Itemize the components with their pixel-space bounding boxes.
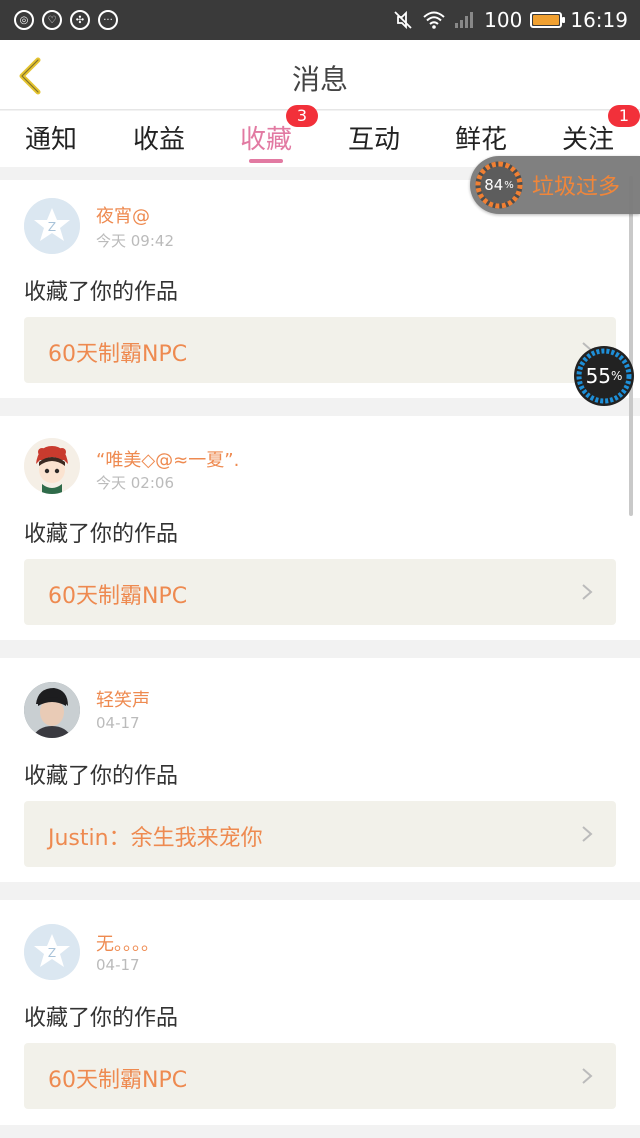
- page-title: 消息: [291, 63, 348, 96]
- message-action: 收藏了你的作品: [24, 1006, 179, 1031]
- work-link[interactable]: 60天制霸NPC: [24, 1043, 616, 1109]
- active-tab-indicator: [249, 159, 283, 163]
- svg-text:Z: Z: [48, 220, 56, 234]
- chevron-right-icon: [582, 584, 593, 600]
- tab-notifications[interactable]: 通知: [6, 119, 96, 156]
- battery-icon: [530, 12, 566, 28]
- photo-avatar-icon: [24, 682, 80, 738]
- message-card: “唯美◇@≈一夏”. 今天 02:06 收藏了你的作品 60天制霸NPC: [0, 416, 640, 640]
- work-link[interactable]: Justin：余生我来宠你: [24, 801, 616, 867]
- app-header: 消息: [0, 40, 640, 110]
- user-name[interactable]: 无。。。。: [96, 930, 159, 956]
- anime-girl-avatar-icon: [24, 438, 80, 494]
- work-title: Justin：余生我来宠你: [48, 826, 263, 851]
- message-time: 今天 02:06: [96, 474, 174, 492]
- battery-percent: 100: [484, 8, 523, 32]
- system-indicators: 100 16:19: [392, 8, 640, 32]
- memory-percent: 55%: [585, 364, 623, 388]
- chevron-right-icon: [582, 1068, 593, 1084]
- message-card: 轻笑声 04-17 收藏了你的作品 Justin：余生我来宠你: [0, 658, 640, 882]
- svg-text:Z: Z: [48, 946, 56, 960]
- tab-flowers[interactable]: 鲜花: [436, 119, 526, 156]
- work-link[interactable]: 60天制霸NPC: [24, 317, 616, 383]
- follows-badge: 1: [608, 105, 640, 127]
- message-time: 04-17: [96, 956, 140, 974]
- message-time: 今天 09:42: [96, 232, 174, 250]
- signal-icon: [455, 12, 474, 28]
- message-time: 04-17: [96, 714, 140, 732]
- default-avatar-icon: Z: [24, 924, 80, 980]
- user-name[interactable]: 轻笑声: [96, 686, 150, 712]
- message-card: Z 无。。。。 04-17 收藏了你的作品 60天制霸NPC: [0, 900, 640, 1125]
- message-action: 收藏了你的作品: [24, 522, 179, 547]
- weibo-icon: ◎: [14, 10, 34, 30]
- message-action: 收藏了你的作品: [24, 764, 179, 789]
- work-title: 60天制霸NPC: [48, 1068, 188, 1093]
- junk-label: 垃圾过多: [532, 175, 621, 200]
- shield-icon: ♡: [42, 10, 62, 30]
- memory-booster-widget[interactable]: 55%: [574, 346, 634, 406]
- junk-percent: 84%: [484, 176, 514, 194]
- notification-icons: ◎ ♡ ✣ ···: [0, 10, 118, 30]
- default-avatar-icon: Z: [24, 198, 80, 254]
- message-action: 收藏了你的作品: [24, 280, 179, 305]
- work-title: 60天制霸NPC: [48, 342, 188, 367]
- work-link[interactable]: 60天制霸NPC: [24, 559, 616, 625]
- chevron-right-icon: [582, 826, 593, 842]
- tab-earnings[interactable]: 收益: [114, 119, 204, 156]
- avatar[interactable]: [24, 682, 80, 738]
- status-bar: ◎ ♡ ✣ ··· 100 16:19: [0, 0, 640, 40]
- avatar[interactable]: Z: [24, 198, 80, 254]
- wifi-icon: [423, 11, 445, 29]
- tab-interactions[interactable]: 互动: [329, 119, 419, 156]
- junk-cleaner-widget[interactable]: 84% 垃圾过多: [470, 156, 640, 214]
- avatar[interactable]: Z: [24, 924, 80, 980]
- aperture-icon: ✣: [70, 10, 90, 30]
- user-name[interactable]: “唯美◇@≈一夏”.: [96, 446, 239, 472]
- avatar[interactable]: [24, 438, 80, 494]
- work-title: 60天制霸NPC: [48, 584, 188, 609]
- favorites-badge: 3: [286, 105, 318, 127]
- clock: 16:19: [570, 8, 628, 32]
- more-icon: ···: [98, 10, 118, 30]
- mute-icon: [394, 10, 412, 30]
- user-name[interactable]: 夜宵@: [96, 202, 150, 228]
